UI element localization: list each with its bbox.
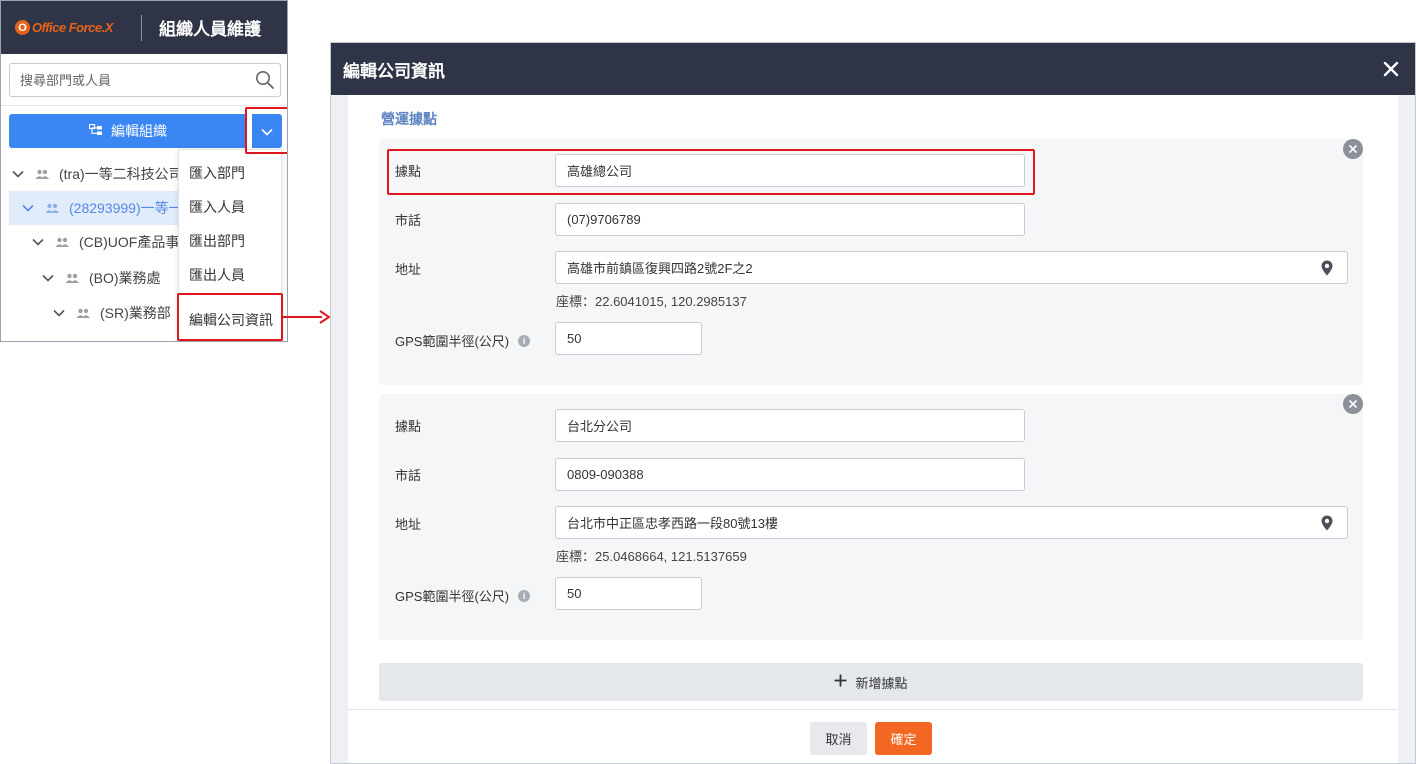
search-icon[interactable] bbox=[250, 70, 280, 90]
search-box bbox=[9, 63, 281, 97]
cancel-button[interactable]: 取消 bbox=[810, 722, 867, 755]
plus-icon bbox=[834, 674, 847, 690]
edit-org-label: 編輯組織 bbox=[111, 123, 167, 139]
coordinates-text: 座標：25.0468664, 121.5137659 bbox=[556, 549, 747, 564]
department-icon bbox=[76, 308, 92, 318]
phone-label: 市話 bbox=[395, 213, 422, 228]
chevron-down-icon[interactable] bbox=[52, 309, 66, 317]
department-icon bbox=[35, 169, 51, 179]
tree-node-label: (CB)UOF產品事業 bbox=[79, 234, 194, 250]
input-value: 50 bbox=[567, 586, 582, 601]
add-location-label: 新增據點 bbox=[855, 675, 908, 691]
edit-org-button[interactable]: 編輯組織 bbox=[9, 114, 247, 148]
gps-radius-input[interactable]: 50 bbox=[555, 322, 702, 355]
map-pin-icon[interactable] bbox=[1321, 515, 1333, 534]
gps-radius-label-text: GPS範圍半徑(公尺) bbox=[395, 334, 510, 349]
department-icon bbox=[65, 273, 81, 283]
department-icon bbox=[55, 237, 71, 247]
remove-location-icon[interactable] bbox=[1343, 139, 1363, 159]
location-card: 據點 台北分公司 市話 0809-090388 地址 台北市中正區忠孝西路一段8… bbox=[379, 394, 1363, 640]
map-pin-icon[interactable] bbox=[1321, 260, 1333, 279]
chevron-down-icon[interactable] bbox=[21, 204, 35, 212]
gps-radius-label: GPS範圍半徑(公尺) i bbox=[395, 586, 531, 605]
dialog-header: 編輯公司資訊 bbox=[331, 43, 1415, 95]
remove-location-icon[interactable] bbox=[1343, 394, 1363, 414]
input-value: 0809-090388 bbox=[567, 467, 644, 482]
add-location-button[interactable]: 新增據點 bbox=[379, 663, 1363, 701]
info-icon[interactable]: i bbox=[518, 334, 531, 347]
gps-radius-label-text: GPS範圍半徑(公尺) bbox=[395, 589, 510, 604]
gps-radius-label: GPS範圍半徑(公尺) i bbox=[395, 331, 531, 350]
section-title: 營運據點 bbox=[381, 111, 437, 127]
divider bbox=[1, 105, 287, 106]
confirm-button[interactable]: 確定 bbox=[875, 722, 932, 755]
gps-radius-input[interactable]: 50 bbox=[555, 577, 702, 610]
coordinates-text: 座標：22.6041015, 120.2985137 bbox=[556, 294, 747, 309]
input-value: 高雄市前鎮區復興四路2號2F之2 bbox=[567, 261, 753, 276]
address-label: 地址 bbox=[395, 262, 422, 277]
chevron-down-icon[interactable] bbox=[11, 170, 25, 178]
tree-node-label: (tra)一等二科技公司 bbox=[59, 166, 183, 182]
arrow-icon bbox=[281, 308, 331, 324]
input-value: 台北市中正區忠孝西路一段80號13樓 bbox=[567, 516, 778, 531]
highlight-box bbox=[245, 107, 287, 154]
dialog-body: 營運據點 據點 高雄總公司 市話 (07)9706789 地址 高雄市前鎮區復興… bbox=[348, 95, 1398, 709]
logo-mark: O bbox=[15, 20, 30, 35]
location-name-input[interactable]: 台北分公司 bbox=[555, 409, 1025, 442]
tree-node-label: (28293999)一等一 bbox=[69, 200, 183, 216]
phone-input[interactable]: (07)9706789 bbox=[555, 203, 1025, 236]
org-maintenance-panel: O Office Force.X 組織人員維護 編輯組織 (tra)一等二科技公… bbox=[0, 0, 288, 342]
address-label: 地址 bbox=[395, 517, 422, 532]
panel-title: 組織人員維護 bbox=[159, 20, 261, 39]
highlight-box bbox=[387, 149, 1035, 195]
tree-node-label: (BO)業務處 bbox=[89, 270, 161, 286]
info-icon[interactable]: i bbox=[518, 589, 531, 602]
phone-label: 市話 bbox=[395, 468, 422, 483]
phone-input[interactable]: 0809-090388 bbox=[555, 458, 1025, 491]
logo-text: Office Force.X bbox=[32, 20, 113, 35]
department-icon bbox=[45, 203, 61, 213]
panel-header: O Office Force.X 組織人員維護 bbox=[1, 1, 287, 54]
input-value: 50 bbox=[567, 331, 582, 346]
chevron-down-icon[interactable] bbox=[31, 238, 45, 246]
org-chart-icon bbox=[88, 123, 103, 139]
edit-company-info-dialog: 編輯公司資訊 營運據點 據點 高雄總公司 市話 (07)9706789 地址 高… bbox=[330, 42, 1416, 764]
tree-node-label: (SR)業務部 bbox=[100, 305, 171, 321]
input-value: (07)9706789 bbox=[567, 212, 641, 227]
dialog-title: 編輯公司資訊 bbox=[343, 61, 445, 81]
input-value: 台北分公司 bbox=[567, 419, 633, 434]
address-input[interactable]: 台北市中正區忠孝西路一段80號13樓 bbox=[555, 506, 1348, 539]
chevron-down-icon[interactable] bbox=[41, 274, 55, 282]
address-input[interactable]: 高雄市前鎮區復興四路2號2F之2 bbox=[555, 251, 1348, 284]
menu-item-import-person[interactable]: 匯入人員 bbox=[189, 197, 245, 217]
menu-item-export-person[interactable]: 匯出人員 bbox=[189, 265, 245, 285]
menu-item-import-department[interactable]: 匯入部門 bbox=[189, 163, 245, 183]
search-input[interactable] bbox=[10, 64, 250, 96]
close-icon[interactable] bbox=[1379, 57, 1403, 81]
app-logo: O Office Force.X bbox=[1, 20, 141, 35]
menu-item-export-department[interactable]: 匯出部門 bbox=[189, 231, 245, 251]
highlight-box bbox=[177, 293, 283, 341]
location-name-label: 據點 bbox=[395, 419, 422, 434]
dialog-footer: 取消 確定 bbox=[348, 709, 1398, 763]
